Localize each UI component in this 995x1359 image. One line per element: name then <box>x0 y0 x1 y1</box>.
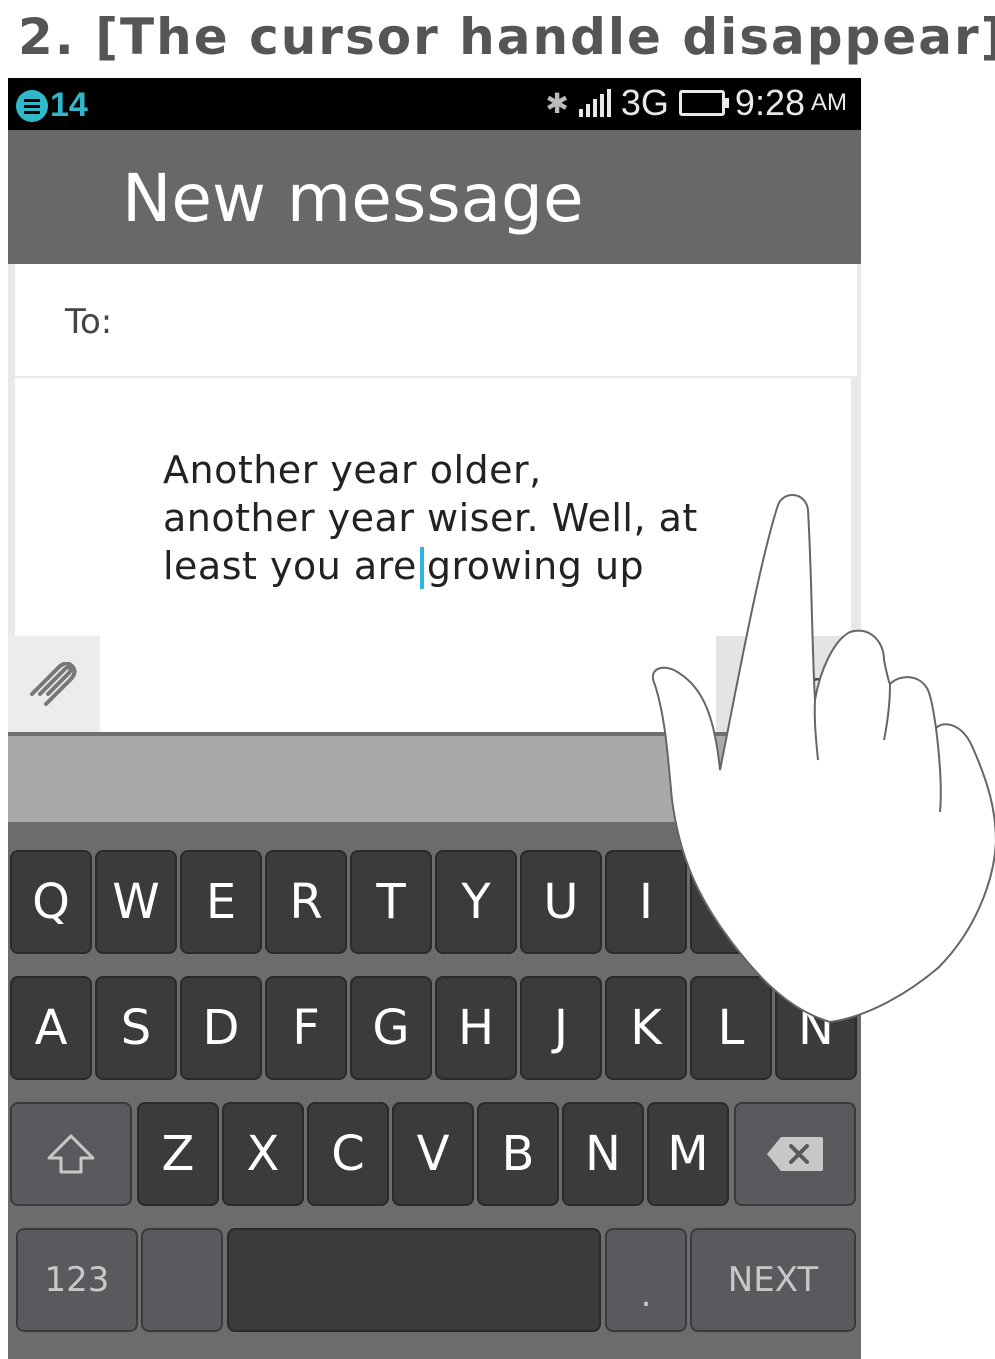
key-s[interactable]: S <box>95 976 177 1080</box>
key-h[interactable]: H <box>435 976 517 1080</box>
caption-title: 2. [The cursor handle disappear] <box>18 8 995 66</box>
key-q[interactable]: Q <box>10 850 92 954</box>
key-i[interactable]: I <box>605 850 687 954</box>
key-c[interactable]: C <box>307 1102 389 1206</box>
message-compose-area[interactable]: Another year older, another year wiser. … <box>15 378 851 636</box>
notification-indicator[interactable]: 14 <box>16 86 88 125</box>
next-key-label: NEXT <box>727 1260 819 1300</box>
next-key[interactable]: NEXT <box>690 1228 856 1332</box>
key-v[interactable]: V <box>392 1102 474 1206</box>
status-icons: ✱ 3G 9:28 AM <box>545 82 847 124</box>
bluetooth-icon: ✱ <box>545 87 569 119</box>
keyboard-suggestion-bar <box>8 732 861 822</box>
page-title: New message <box>122 160 584 237</box>
key-l[interactable]: L <box>690 976 772 1080</box>
key-g[interactable]: G <box>350 976 432 1080</box>
attach-button[interactable] <box>8 636 100 732</box>
network-type: 3G <box>620 82 669 123</box>
compose-toolbar: d <box>8 636 861 732</box>
period-key-label: . <box>640 1275 652 1315</box>
key-w[interactable]: W <box>95 850 177 954</box>
key-r[interactable]: R <box>265 850 347 954</box>
paperclip-icon <box>30 662 77 706</box>
key-y[interactable]: Y <box>435 850 517 954</box>
key-x[interactable]: X <box>222 1102 304 1206</box>
key-n-row2[interactable]: N <box>775 976 857 1080</box>
recipient-field[interactable]: To: <box>15 264 857 376</box>
key-z[interactable]: Z <box>137 1102 219 1206</box>
clock-ampm: AM <box>811 89 847 116</box>
phone-screen: 14 ✱ 3G 9:28 AM New message To: Another … <box>8 78 861 1359</box>
space-key[interactable] <box>227 1228 601 1332</box>
key-d[interactable]: D <box>180 976 262 1080</box>
message-text-after-cursor: growing up <box>426 544 645 588</box>
backspace-key[interactable] <box>734 1102 856 1206</box>
shift-key[interactable] <box>10 1102 132 1206</box>
backspace-icon <box>767 1137 823 1171</box>
header-bar: New message <box>8 130 861 264</box>
text-cursor[interactable] <box>419 547 424 589</box>
blank-key[interactable] <box>141 1228 223 1332</box>
send-button[interactable]: d <box>716 636 856 732</box>
key-t[interactable]: T <box>350 850 432 954</box>
key-p[interactable]: P <box>775 850 857 954</box>
key-e[interactable]: E <box>180 850 262 954</box>
signal-icon <box>578 89 611 117</box>
keyboard: Q W E R T Y U I O P A S D F G H J K L N … <box>8 822 861 1359</box>
send-button-label: d <box>808 666 829 704</box>
key-j[interactable]: J <box>520 976 602 1080</box>
notification-icon <box>16 89 48 122</box>
key-a[interactable]: A <box>10 976 92 1080</box>
key-k[interactable]: K <box>605 976 687 1080</box>
battery-icon <box>678 90 729 116</box>
key-o[interactable]: O <box>690 850 772 954</box>
notification-count: 14 <box>50 86 88 124</box>
shift-icon <box>47 1134 95 1174</box>
status-bar: 14 ✱ 3G 9:28 AM <box>8 78 861 130</box>
key-f[interactable]: F <box>265 976 347 1080</box>
message-text[interactable]: Another year older, another year wiser. … <box>163 446 723 590</box>
numbers-key-label: 123 <box>44 1260 110 1300</box>
period-key[interactable]: . <box>605 1228 687 1332</box>
key-n[interactable]: N <box>562 1102 644 1206</box>
key-b[interactable]: B <box>477 1102 559 1206</box>
key-m[interactable]: M <box>647 1102 729 1206</box>
key-u[interactable]: U <box>520 850 602 954</box>
numbers-key[interactable]: 123 <box>16 1228 138 1332</box>
recipient-label: To: <box>65 302 113 342</box>
clock-time: 9:28 <box>734 82 805 123</box>
